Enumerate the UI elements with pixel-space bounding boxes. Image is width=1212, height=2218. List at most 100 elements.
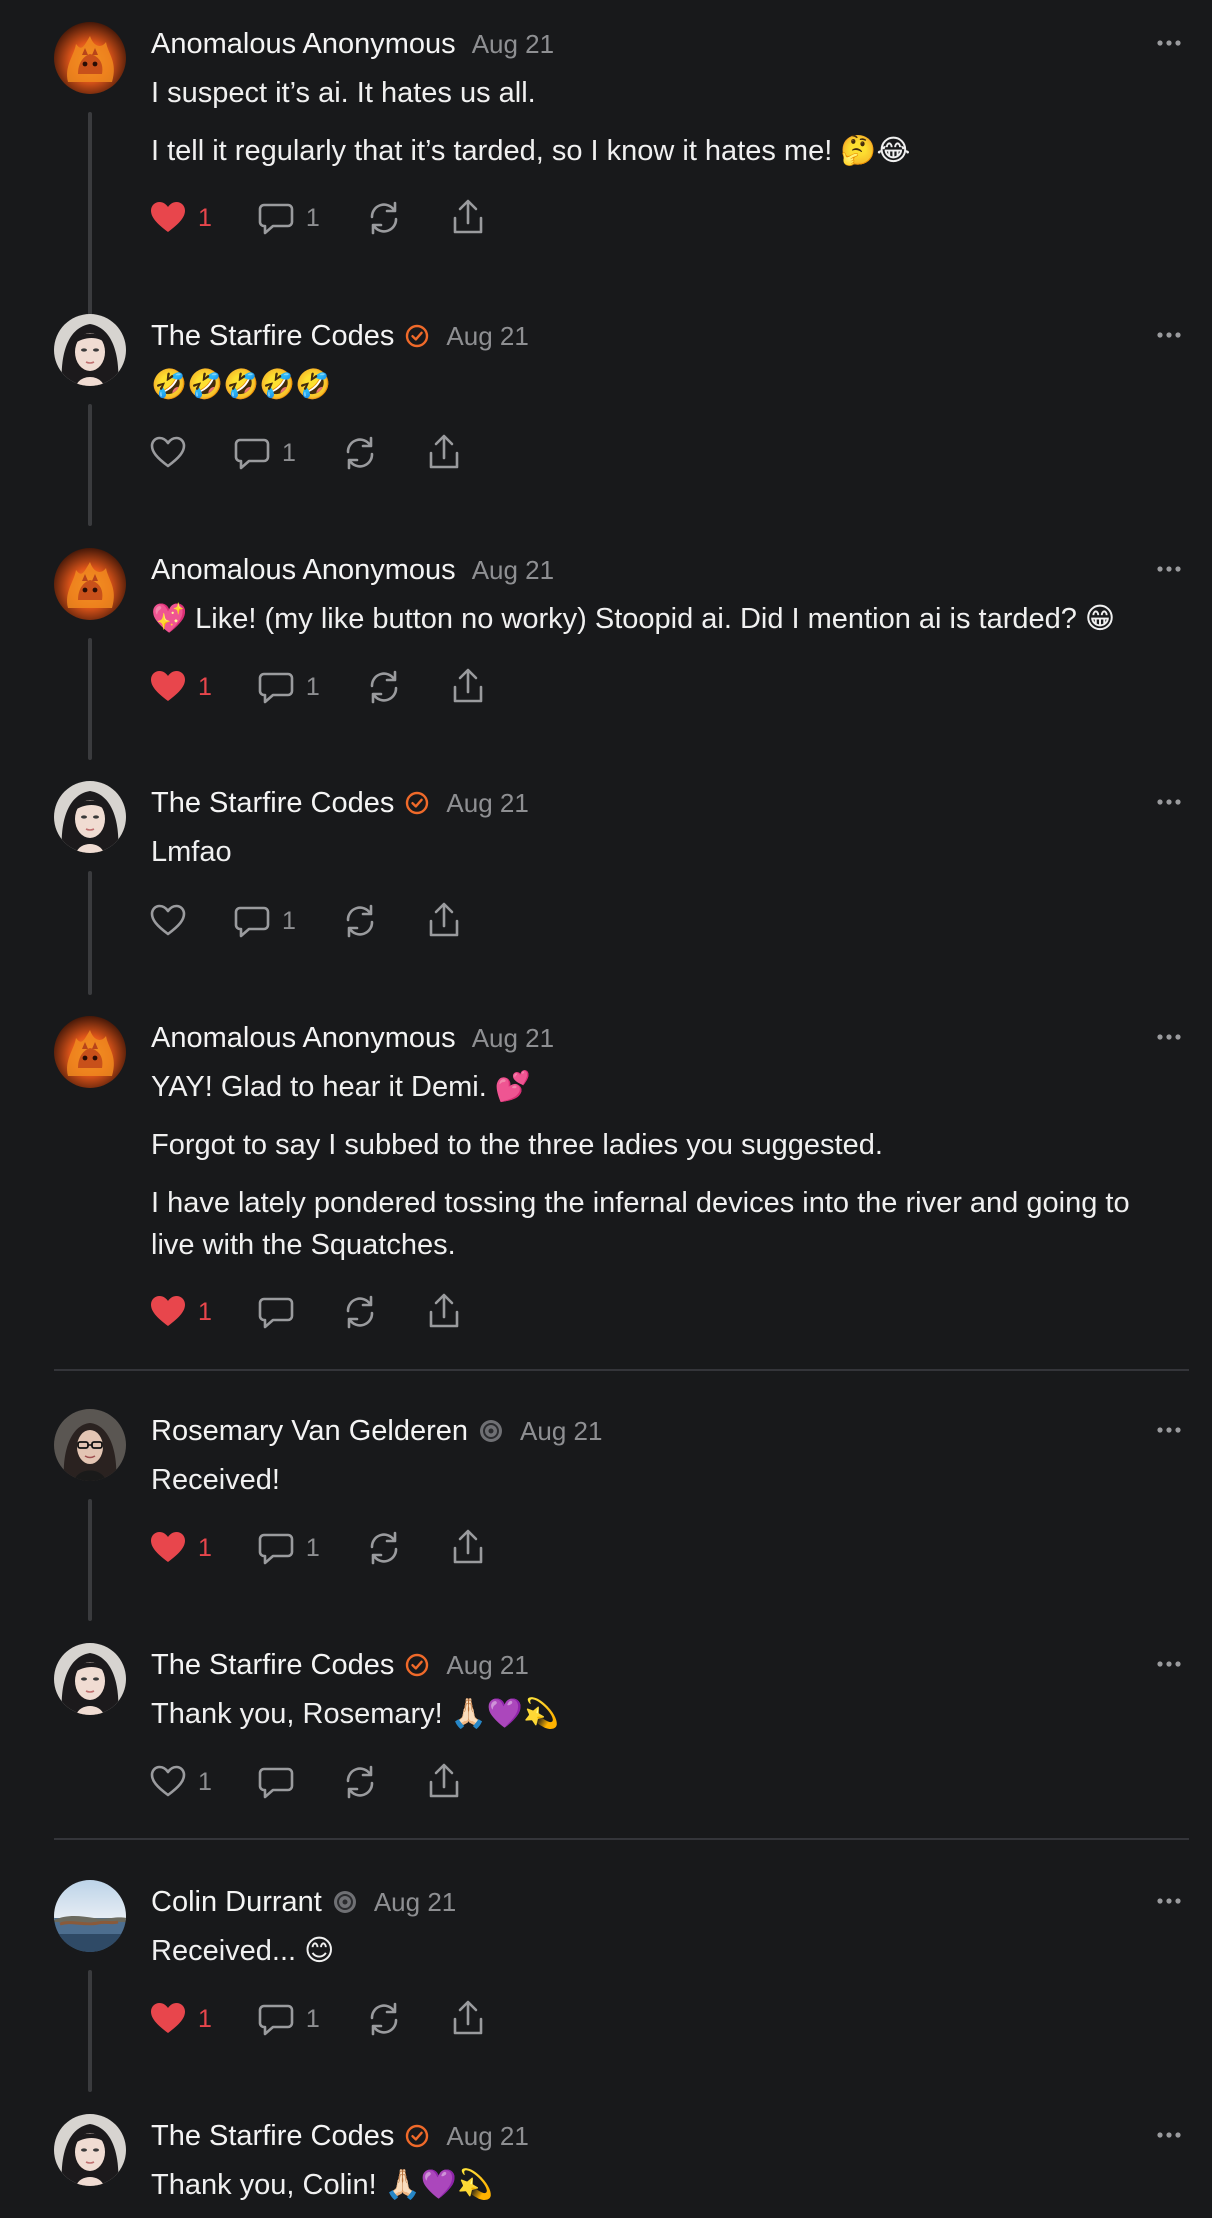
share-button[interactable] xyxy=(424,1292,464,1332)
like-button[interactable]: 1 xyxy=(148,1528,212,1568)
restack-button[interactable] xyxy=(340,901,380,941)
comment-date[interactable]: Aug 21 xyxy=(374,1887,456,1918)
comment-actions: 1 xyxy=(148,1292,508,1332)
author-avatar[interactable] xyxy=(54,1409,126,1481)
comment-text: Thank you, Rosemary! 🙏🏻💜💫 xyxy=(151,1698,560,1730)
share-icon xyxy=(448,198,488,238)
like-count: 1 xyxy=(198,1767,212,1796)
like-button[interactable]: 1 xyxy=(148,1762,212,1802)
thread-line xyxy=(88,871,92,995)
comment-date[interactable]: Aug 21 xyxy=(446,2121,528,2152)
comment-actions: 1 1 xyxy=(148,198,532,238)
comment-date[interactable]: Aug 21 xyxy=(472,29,554,60)
reply-button[interactable] xyxy=(256,1292,296,1332)
reply-button[interactable]: 1 xyxy=(256,667,320,707)
comment-date[interactable]: Aug 21 xyxy=(446,1650,528,1681)
reply-button[interactable]: 1 xyxy=(256,1999,320,2039)
comment-body: Received... 😊 xyxy=(151,1930,1181,1988)
like-button[interactable]: 1 xyxy=(148,1292,212,1332)
verified-check-icon xyxy=(404,2123,430,2149)
author-avatar[interactable] xyxy=(54,22,126,94)
author-name[interactable]: Rosemary Van Gelderen xyxy=(151,1415,468,1448)
like-button[interactable]: 1 xyxy=(148,667,212,707)
more-options-icon[interactable] xyxy=(1154,1886,1184,1916)
reply-count: 1 xyxy=(305,203,320,232)
author-name[interactable]: The Starfire Codes xyxy=(151,2120,394,2153)
more-options-icon[interactable] xyxy=(1154,2120,1184,2150)
restack-button[interactable] xyxy=(364,1999,404,2039)
more-options-icon[interactable] xyxy=(1154,554,1184,584)
share-button[interactable] xyxy=(448,1999,488,2039)
comment-actions: 1 1 xyxy=(148,1528,532,1568)
reply-button[interactable] xyxy=(256,1762,296,1802)
author-avatar[interactable] xyxy=(54,2114,126,2186)
thread-line xyxy=(88,112,92,318)
restack-icon xyxy=(340,1762,380,1802)
comment-bubble-icon xyxy=(256,1528,296,1568)
comment-date[interactable]: Aug 21 xyxy=(446,321,528,352)
comment-text: YAY! Glad to hear it Demi. 💕 xyxy=(151,1071,531,1103)
comment-body: YAY! Glad to hear it Demi. 💕 Forgot to s… xyxy=(151,1066,1181,1282)
like-button[interactable]: 1 xyxy=(148,1999,212,2039)
share-button[interactable] xyxy=(424,901,464,941)
share-icon xyxy=(448,1999,488,2039)
comment-bubble-icon xyxy=(256,667,296,707)
comment-actions: 1 xyxy=(148,433,508,473)
comment-text: I suspect it’s ai. It hates us all. xyxy=(151,77,536,109)
comment-actions: 1 1 xyxy=(148,1999,532,2039)
share-button[interactable] xyxy=(424,1762,464,1802)
reply-count: 1 xyxy=(282,906,296,935)
restack-button[interactable] xyxy=(340,433,380,473)
restack-button[interactable] xyxy=(364,1528,404,1568)
comment-date[interactable]: Aug 21 xyxy=(520,1416,602,1447)
restack-button[interactable] xyxy=(364,667,404,707)
more-options-icon[interactable] xyxy=(1154,787,1184,817)
author-name[interactable]: Anomalous Anonymous xyxy=(151,1022,456,1055)
author-name[interactable]: The Starfire Codes xyxy=(151,1649,394,1682)
share-button[interactable] xyxy=(448,198,488,238)
restack-icon xyxy=(364,1999,404,2039)
restack-button[interactable] xyxy=(364,198,404,238)
comment-text: Thank you, Colin! 🙏🏻💜💫 xyxy=(151,2169,494,2201)
thread-divider xyxy=(54,1838,1189,1840)
share-button[interactable] xyxy=(448,667,488,707)
author-name[interactable]: Colin Durrant xyxy=(151,1886,322,1919)
thread-line xyxy=(88,1499,92,1621)
comment-header: Colin Durrant Aug 21 xyxy=(151,1880,456,1924)
author-avatar[interactable] xyxy=(54,1880,126,1952)
comment-date[interactable]: Aug 21 xyxy=(472,1023,554,1054)
author-name[interactable]: The Starfire Codes xyxy=(151,320,394,353)
author-name[interactable]: Anomalous Anonymous xyxy=(151,554,456,587)
author-name[interactable]: Anomalous Anonymous xyxy=(151,28,456,61)
restack-button[interactable] xyxy=(340,1292,380,1332)
reply-button[interactable]: 1 xyxy=(232,901,296,941)
heart-filled-icon xyxy=(148,1528,188,1568)
thread-line xyxy=(88,638,92,760)
author-avatar[interactable] xyxy=(54,314,126,386)
reply-button[interactable]: 1 xyxy=(256,1528,320,1568)
like-button[interactable]: 1 xyxy=(148,198,212,238)
more-options-icon[interactable] xyxy=(1154,1649,1184,1679)
author-avatar[interactable] xyxy=(54,781,126,853)
like-button[interactable] xyxy=(148,433,188,473)
comment-text: 🤣🤣🤣🤣🤣 xyxy=(151,369,332,401)
more-options-icon[interactable] xyxy=(1154,320,1184,350)
reply-count: 1 xyxy=(305,1533,320,1562)
reply-button[interactable]: 1 xyxy=(232,433,296,473)
more-options-icon[interactable] xyxy=(1154,1415,1184,1445)
share-button[interactable] xyxy=(448,1528,488,1568)
reply-button[interactable]: 1 xyxy=(256,198,320,238)
author-avatar[interactable] xyxy=(54,1643,126,1715)
more-options-icon[interactable] xyxy=(1154,28,1184,58)
author-avatar[interactable] xyxy=(54,548,126,620)
comment-date[interactable]: Aug 21 xyxy=(472,555,554,586)
author-avatar[interactable] xyxy=(54,1016,126,1088)
reply-count: 1 xyxy=(305,672,320,701)
restack-button[interactable] xyxy=(340,1762,380,1802)
more-options-icon[interactable] xyxy=(1154,1022,1184,1052)
author-name[interactable]: The Starfire Codes xyxy=(151,787,394,820)
like-count: 1 xyxy=(198,2004,212,2033)
like-button[interactable] xyxy=(148,901,188,941)
share-button[interactable] xyxy=(424,433,464,473)
comment-date[interactable]: Aug 21 xyxy=(446,788,528,819)
